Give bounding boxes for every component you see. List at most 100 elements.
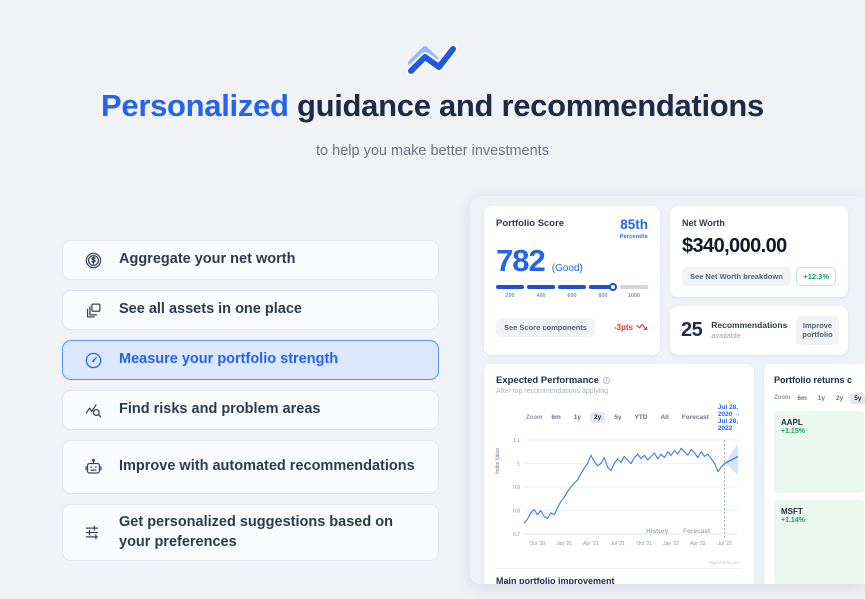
svg-text:Apr '21: Apr '21: [583, 541, 599, 547]
svg-text:1.1: 1.1: [513, 438, 520, 444]
treemap-cell-value: +1.15%: [781, 427, 805, 435]
feature-item-label: Get personalized suggestions based on yo…: [119, 514, 393, 550]
feature-item-personalized-suggestions[interactable]: Get personalized suggestions based on yo…: [62, 504, 439, 562]
zoom-option-6m[interactable]: 6m: [547, 412, 564, 423]
dashboard-bottom-row: Expected Performance i After top recomme…: [484, 363, 865, 584]
score-tick: 600: [567, 292, 577, 299]
zoom-option-all[interactable]: All: [656, 412, 672, 423]
portfolio-score-card: Portfolio Score 85th Percentile 782 (Goo…: [484, 206, 660, 355]
recommendations-label: Recommendations: [711, 320, 788, 331]
returns-zoom-option-5y[interactable]: 5y: [850, 392, 865, 404]
recommendations-count: 25: [681, 318, 703, 341]
feature-item-aggregate-net-worth[interactable]: Aggregate your net worth: [62, 240, 439, 280]
main-portfolio-improvement: Main portfolio improvement Expected retu…: [496, 567, 742, 584]
highcharts-credit: Highcharts.com: [708, 559, 740, 565]
recommendations-sublabel: available: [711, 331, 741, 341]
net-worth-column: Net Worth $340,000.00 See Net Worth brea…: [670, 206, 848, 355]
improvement-title: Main portfolio improvement: [496, 575, 615, 584]
zoom-option-ytd[interactable]: YTD: [630, 412, 651, 423]
zoom-option-forecast[interactable]: Forecast: [678, 412, 713, 423]
dollar-circle-icon: [81, 248, 105, 272]
improve-portfolio-button[interactable]: Improve portfolio: [796, 316, 839, 345]
score-tick: 1000: [627, 292, 641, 299]
score-card-footer: See Score components -3pts: [496, 317, 648, 337]
gauge-icon: [81, 348, 105, 372]
page-title: Personalized guidance and recommendation…: [0, 88, 865, 124]
feature-item-label: See all assets in one place: [119, 301, 302, 318]
returns-zoom-option-2y[interactable]: 2y: [832, 393, 847, 404]
treemap-cell-aapl[interactable]: AAPL +1.15%: [774, 410, 864, 493]
svg-text:Oct '21: Oct '21: [637, 541, 653, 547]
performance-chart-svg: 0.7 0.8 0.9 1 1.1 Oct '20 Jan '21 Apr '21 Jul '2…: [513, 438, 739, 547]
feature-item-find-risks[interactable]: Find risks and problem areas: [62, 390, 439, 430]
chart-y-axis-label: Index Value: [495, 447, 501, 474]
svg-text:Jan '21: Jan '21: [556, 541, 572, 547]
landing-page: Personalized guidance and recommendation…: [0, 0, 865, 599]
trend-chart-logo: [405, 44, 458, 76]
net-worth-amount: $340,000.00: [682, 235, 787, 257]
stacked-layers-icon: [81, 298, 105, 322]
zoom-option-2y[interactable]: 2y: [589, 412, 606, 424]
chart-zoom-controls: Zoom 6m 1y 2y 5y YTD All Forecast Jul 28…: [496, 404, 742, 432]
performance-chart: Index Value 0.7 0.8 0.9 1 1.1 Oct '20 Jan '21 A…: [495, 434, 742, 565]
feature-item-see-all-assets[interactable]: See all assets in one place: [62, 290, 439, 330]
percentile-label: Percentile: [619, 233, 648, 240]
score-card-header: Portfolio Score 85th Percentile: [496, 218, 648, 240]
svg-text:0.8: 0.8: [513, 508, 520, 514]
score-tick: 800: [598, 292, 608, 299]
date-to: Jul 28, 2022: [717, 417, 739, 432]
score-delta-badge: -3pts: [614, 322, 648, 332]
feature-item-improve-automated[interactable]: Improve with automated recommendations: [62, 440, 439, 494]
net-worth-title: Net Worth: [682, 218, 725, 228]
score-delta-value: -3pts: [613, 322, 633, 332]
score-slider-handle[interactable]: [609, 282, 617, 291]
dashboard-top-row: Portfolio Score 85th Percentile 782 (Goo…: [484, 206, 865, 355]
sliders-icon: [81, 521, 105, 545]
returns-zoom-option-6m[interactable]: 6m: [793, 393, 810, 404]
chart-search-icon: [81, 398, 105, 422]
percentile-value: 85th: [620, 217, 648, 232]
zoom-option-5y[interactable]: 5y: [610, 412, 625, 423]
feature-item-label: Aggregate your net worth: [119, 251, 296, 268]
svg-text:0.9: 0.9: [513, 485, 520, 491]
score-tick: 400: [536, 292, 546, 299]
see-net-worth-breakdown-button[interactable]: See Net Worth breakdown: [682, 267, 791, 286]
returns-zoom-option-1y[interactable]: 1y: [814, 393, 829, 404]
score-tick-labels: 200 400 600 800 1000: [496, 293, 648, 303]
expected-performance-title: Expected Performance i: [496, 375, 742, 386]
robot-icon: [81, 455, 105, 479]
see-score-components-button[interactable]: See Score components: [496, 317, 595, 337]
score-tick: 200: [505, 292, 515, 299]
zoom-label: Zoom: [774, 395, 791, 402]
svg-text:Oct '20: Oct '20: [530, 541, 546, 547]
page-title-accent: Personalized: [101, 88, 289, 123]
score-value: 782: [496, 242, 546, 278]
feature-item-measure-portfolio-strength[interactable]: Measure your portfolio strength: [62, 340, 439, 380]
logo-container: [0, 38, 865, 82]
zoom-option-1y[interactable]: 1y: [570, 412, 585, 423]
score-card-title: Portfolio Score: [496, 218, 565, 229]
score-value-row: 782 (Good): [496, 245, 648, 276]
svg-text:0.7: 0.7: [513, 532, 520, 538]
dashboard-preview: Portfolio Score 85th Percentile 782 (Goo…: [470, 196, 865, 584]
page-subtitle: to help you make better investments: [316, 143, 549, 159]
treemap-cell-symbol: AAPL: [781, 417, 803, 427]
page-title-rest: guidance and recommendations: [288, 88, 764, 123]
svg-text:1: 1: [517, 461, 520, 467]
net-worth-footer: See Net Worth breakdown +12.3%: [682, 267, 836, 286]
expected-performance-card: Expected Performance i After top recomme…: [484, 363, 754, 584]
treemap-cell-msft[interactable]: MSFT +1.14%: [774, 499, 864, 584]
svg-text:Apr '22: Apr '22: [690, 541, 706, 547]
svg-text:Jan '22: Jan '22: [663, 541, 679, 547]
portfolio-returns-card: Portfolio returns c Zoom 6m 1y 2y 5y AAP…: [764, 363, 865, 584]
expected-performance-subtitle: After top recommendations applying: [496, 387, 609, 395]
info-icon[interactable]: i: [602, 376, 610, 384]
score-progress-bar[interactable]: [496, 282, 648, 292]
chart-date-range[interactable]: Jul 28, 2020 → Jul 28, 2022: [718, 404, 742, 432]
history-label: History: [646, 527, 669, 535]
feature-item-label: Find risks and problem areas: [119, 401, 321, 418]
svg-text:Jul '21: Jul '21: [610, 541, 625, 547]
forecast-label: Forecast: [683, 527, 711, 535]
svg-text:Jul '22: Jul '22: [717, 541, 732, 547]
net-worth-change-badge: +12.3%: [796, 267, 836, 286]
